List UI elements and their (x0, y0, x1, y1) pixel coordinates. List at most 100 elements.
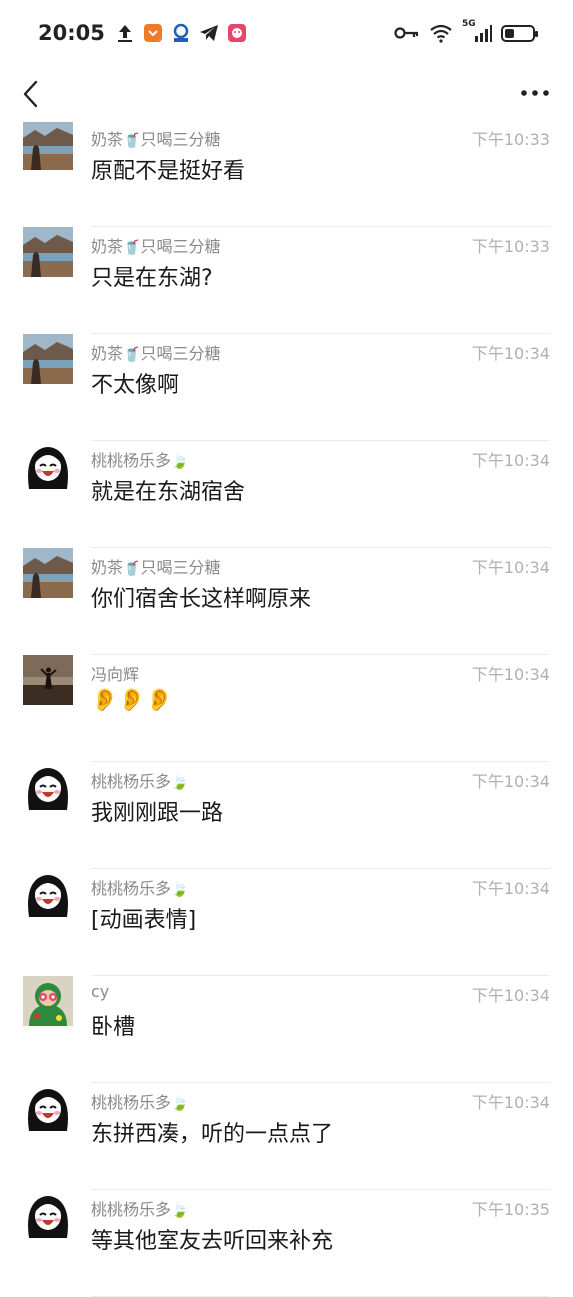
message-item[interactable]: 桃桃杨乐多🍃 下午10:34 我刚刚跟一路 (0, 762, 573, 869)
message-time: 下午10:34 (471, 344, 550, 363)
avatar-landscape[interactable] (23, 227, 73, 277)
message-time: 下午10:33 (471, 237, 550, 256)
message-time: 下午10:34 (471, 772, 550, 791)
sender-name[interactable]: 奶茶🥤只喝三分糖 (91, 554, 220, 578)
message-text[interactable]: 等其他室友去听回来补充 (91, 1223, 333, 1255)
avatar-cartoon-girl[interactable] (23, 869, 73, 919)
sender-name[interactable]: 桃桃杨乐多🍃 (91, 875, 188, 899)
battery-level (505, 28, 515, 38)
sender-suffix: 只喝三分糖 (140, 344, 221, 363)
sender-suffix: 只喝三分糖 (140, 558, 221, 577)
sender-suffix: 只喝三分糖 (140, 237, 221, 256)
message-time: 下午10:34 (471, 879, 550, 898)
message-text[interactable]: 不太像啊 (91, 367, 179, 399)
sender-emoji: 🥤 (123, 347, 141, 363)
sender-name[interactable]: 桃桃杨乐多🍃 (91, 1089, 188, 1113)
upload-icon (115, 23, 135, 43)
message-item[interactable]: 桃桃杨乐多🍃 下午10:34 就是在东湖宿舍 (0, 441, 573, 548)
avatar-cartoon-girl[interactable] (23, 441, 73, 491)
nav-bar (0, 66, 573, 122)
message-time: 下午10:34 (471, 451, 550, 470)
message-text[interactable]: 👂👂👂 (91, 688, 173, 713)
message-text[interactable]: 就是在东湖宿舍 (91, 474, 245, 506)
sender-emoji: 🥤 (123, 240, 141, 256)
sender-nickname: 桃桃杨乐多 (91, 879, 172, 898)
sender-suffix: 只喝三分糖 (140, 130, 221, 149)
avatar-cartoon-girl[interactable] (23, 1190, 73, 1240)
avatar-green-character[interactable] (23, 976, 73, 1026)
sender-name[interactable]: 桃桃杨乐多🍃 (91, 1196, 188, 1220)
sender-emoji: 🍃 (171, 1096, 189, 1112)
message-item[interactable]: cy 下午10:34 卧槽 (0, 976, 573, 1083)
battery-tip (535, 30, 538, 37)
sender-emoji: 🍃 (171, 775, 189, 791)
app-badge-icon (171, 23, 191, 43)
message-text[interactable]: 你们宿舍长这样啊原来 (91, 581, 311, 613)
message-text[interactable]: 我刚刚跟一路 (91, 795, 223, 827)
message-text[interactable]: 只是在东湖? (91, 260, 213, 292)
message-item[interactable]: 奶茶🥤只喝三分糖 下午10:34 不太像啊 (0, 334, 573, 441)
sender-nickname: 奶茶 (91, 130, 124, 149)
sender-name[interactable]: 桃桃杨乐多🍃 (91, 768, 188, 792)
more-dots-icon (521, 90, 549, 96)
message-item[interactable]: 奶茶🥤只喝三分糖 下午10:33 只是在东湖? (0, 227, 573, 334)
sender-nickname: 桃桃杨乐多 (91, 1093, 172, 1112)
sender-name[interactable]: 桃桃杨乐多🍃 (91, 447, 188, 471)
sender-nickname: 奶茶 (91, 558, 124, 577)
message-item[interactable]: 奶茶🥤只喝三分糖 下午10:34 你们宿舍长这样啊原来 (0, 548, 573, 655)
telegram-icon (199, 23, 219, 43)
sender-nickname: 桃桃杨乐多 (91, 451, 172, 470)
wifi-icon (429, 23, 453, 43)
sender-nickname: 桃桃杨乐多 (91, 1200, 172, 1219)
sender-emoji: 🥤 (123, 561, 141, 577)
avatar-beach[interactable] (23, 655, 73, 705)
message-item[interactable]: 桃桃杨乐多🍃 下午10:35 等其他室友去听回来补充 (0, 1190, 573, 1297)
notification-icons (115, 23, 247, 43)
avatar-landscape[interactable] (23, 334, 73, 384)
back-button[interactable] (14, 76, 46, 112)
message-text[interactable]: 原配不是挺好看 (91, 153, 245, 185)
avatar-landscape[interactable] (23, 120, 73, 170)
sender-nickname: 奶茶 (91, 237, 124, 256)
sender-name[interactable]: 奶茶🥤只喝三分糖 (91, 126, 220, 150)
message-time: 下午10:35 (471, 1200, 550, 1219)
sender-nickname: 桃桃杨乐多 (91, 772, 172, 791)
sender-nickname: 奶茶 (91, 344, 124, 363)
cellular-signal-icon: 5G (462, 19, 492, 43)
message-time: 下午10:34 (471, 986, 550, 1005)
message-time: 下午10:34 (471, 1093, 550, 1112)
network-type-label: 5G (462, 19, 476, 29)
message-text[interactable]: [动画表情] (91, 902, 196, 934)
message-time: 下午10:33 (471, 130, 550, 149)
sender-emoji: 🍃 (171, 1203, 189, 1219)
status-bar: 20:05 5G (0, 0, 573, 66)
message-time: 下午10:34 (471, 558, 550, 577)
more-button[interactable] (517, 78, 553, 108)
message-item[interactable]: 桃桃杨乐多🍃 下午10:34 东拼西凑，听的一点点了 (0, 1083, 573, 1190)
message-list[interactable]: 奶茶🥤只喝三分糖 下午10:33 原配不是挺好看 奶茶🥤只喝三分糖 下午10:33 只是在… (0, 0, 573, 1297)
sender-name[interactable]: 冯向辉 (91, 661, 139, 685)
game-app-icon (227, 23, 247, 43)
message-item[interactable]: 冯向辉 下午10:34 👂👂👂 (0, 655, 573, 762)
sender-nickname: cy (91, 982, 110, 1001)
message-item[interactable]: 桃桃杨乐多🍃 下午10:34 [动画表情] (0, 869, 573, 976)
battery-icon (501, 24, 538, 42)
message-time: 下午10:34 (471, 665, 550, 684)
sender-name[interactable]: cy (91, 982, 109, 1001)
sender-nickname: 冯向辉 (91, 665, 140, 684)
key-icon (394, 23, 420, 43)
sender-name[interactable]: 奶茶🥤只喝三分糖 (91, 340, 220, 364)
avatar-landscape[interactable] (23, 548, 73, 598)
system-status-icons: 5G (394, 19, 538, 43)
sender-name[interactable]: 奶茶🥤只喝三分糖 (91, 233, 220, 257)
avatar-cartoon-girl[interactable] (23, 762, 73, 812)
chevron-left-icon (23, 80, 38, 108)
message-text[interactable]: 东拼西凑，听的一点点了 (91, 1116, 333, 1148)
message-item[interactable]: 奶茶🥤只喝三分糖 下午10:33 原配不是挺好看 (0, 120, 573, 227)
status-time: 20:05 (38, 21, 105, 45)
sender-emoji: 🍃 (171, 882, 189, 898)
sender-emoji: 🍃 (171, 454, 189, 470)
shopping-app-icon (143, 23, 163, 43)
message-text[interactable]: 卧槽 (91, 1009, 135, 1041)
avatar-cartoon-girl[interactable] (23, 1083, 73, 1133)
